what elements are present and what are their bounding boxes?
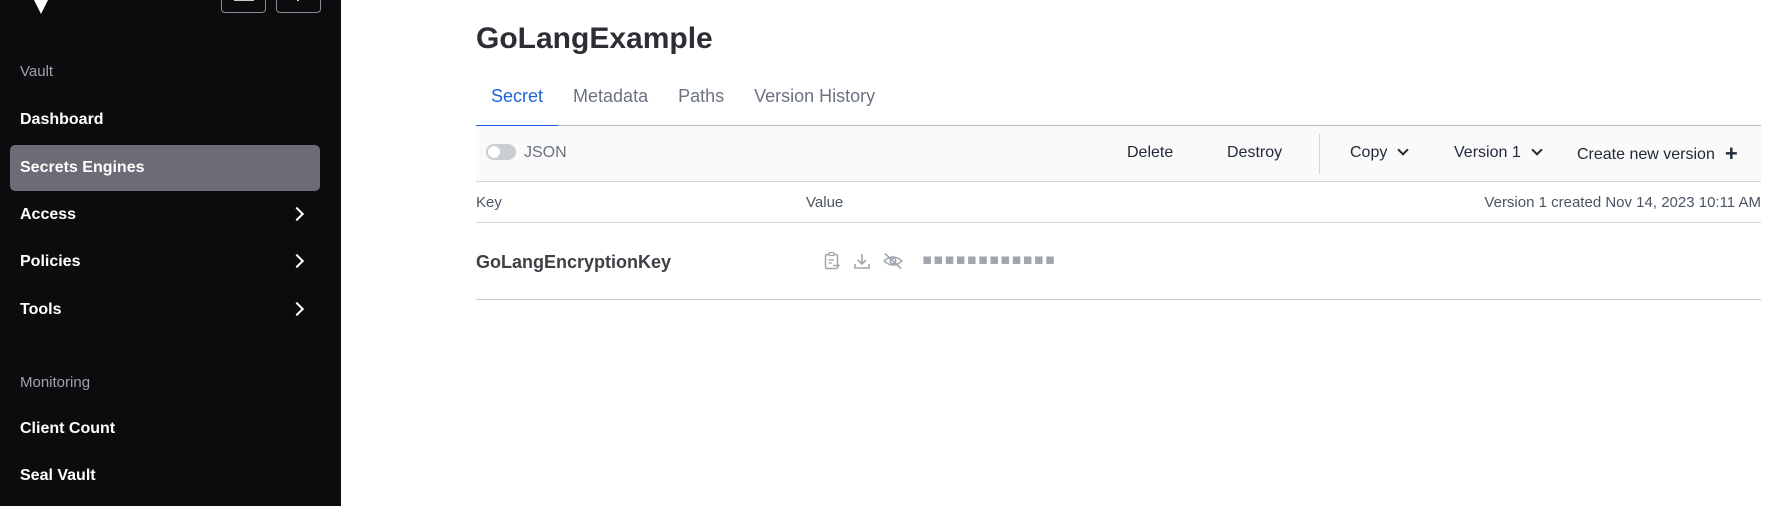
create-new-version-label: Create new version <box>1577 146 1715 163</box>
console-button[interactable] <box>221 0 266 13</box>
secret-toolbar: JSON Delete Destroy Copy Version 1 Creat… <box>476 126 1761 182</box>
menu-icon <box>297 0 299 1</box>
copy-dropdown-label: Copy <box>1350 144 1388 161</box>
console-icon <box>234 0 254 1</box>
toolbar-divider <box>1319 134 1320 174</box>
section-label-vault: Vault <box>20 63 54 80</box>
column-header-value: Value <box>806 194 844 211</box>
eye-off-icon[interactable] <box>882 251 904 271</box>
sidebar-item-tools[interactable]: Tools <box>10 287 320 333</box>
version-dropdown-label: Version 1 <box>1454 144 1521 161</box>
json-toggle-label: JSON <box>524 144 567 161</box>
tab-bar: Secret Metadata Paths Version History <box>476 78 1761 127</box>
section-label-monitoring: Monitoring <box>20 374 91 391</box>
sidebar: Vault Dashboard Secrets Engines Access P… <box>0 0 341 506</box>
chevron-right-icon <box>289 206 305 222</box>
menu-button[interactable] <box>276 0 321 13</box>
create-new-version-button[interactable]: Create new version + <box>1577 141 1738 166</box>
sidebar-item-access[interactable]: Access <box>10 192 320 238</box>
toggle-knob <box>488 146 500 158</box>
row-divider <box>476 299 1761 300</box>
clipboard-copy-icon[interactable] <box>822 251 842 271</box>
json-toggle[interactable] <box>486 144 516 160</box>
plus-icon: + <box>1724 141 1738 166</box>
download-icon[interactable] <box>852 251 872 271</box>
column-header-key: Key <box>476 194 502 211</box>
sidebar-item-secrets-engines[interactable]: Secrets Engines <box>10 145 320 191</box>
chevron-down-icon <box>1531 144 1543 156</box>
chevron-right-icon <box>289 301 305 317</box>
secret-key: GoLangEncryptionKey <box>476 252 672 272</box>
main-content: GoLangExample Secret Metadata Paths Vers… <box>341 0 1782 506</box>
sidebar-item-client-count[interactable]: Client Count <box>10 406 320 452</box>
value-actions <box>822 251 904 271</box>
sidebar-item-label: Policies <box>20 253 81 270</box>
chevron-right-icon <box>289 253 305 269</box>
sidebar-item-label: Dashboard <box>20 111 104 128</box>
sidebar-item-dashboard[interactable]: Dashboard <box>10 97 320 143</box>
sidebar-item-label: Client Count <box>20 420 116 437</box>
sidebar-item-seal-vault[interactable]: Seal Vault <box>10 453 320 499</box>
chevron-down-icon <box>1397 144 1410 156</box>
version-created-meta: Version 1 created Nov 14, 2023 10:11 AM <box>1484 194 1761 211</box>
page-title: GoLangExample <box>476 22 713 55</box>
sidebar-item-label: Secrets Engines <box>20 159 145 176</box>
tab-secret[interactable]: Secret <box>476 78 559 127</box>
copy-dropdown[interactable]: Copy <box>1350 144 1410 162</box>
destroy-button[interactable]: Destroy <box>1227 144 1282 162</box>
sidebar-item-label: Tools <box>20 301 62 318</box>
sidebar-item-label: Access <box>20 206 77 223</box>
delete-button[interactable]: Delete <box>1127 144 1173 162</box>
sidebar-item-policies[interactable]: Policies <box>10 239 320 285</box>
tab-version-history[interactable]: Version History <box>739 78 890 126</box>
version-dropdown[interactable]: Version 1 <box>1454 144 1543 162</box>
tab-paths[interactable]: Paths <box>663 78 739 126</box>
masked-value: ▪▪▪▪▪▪▪▪▪▪▪▪ <box>922 250 1056 268</box>
tab-metadata[interactable]: Metadata <box>558 78 663 126</box>
sidebar-item-label: Seal Vault <box>20 467 96 484</box>
header-divider <box>476 222 1761 223</box>
vault-logo-icon[interactable] <box>32 0 50 14</box>
